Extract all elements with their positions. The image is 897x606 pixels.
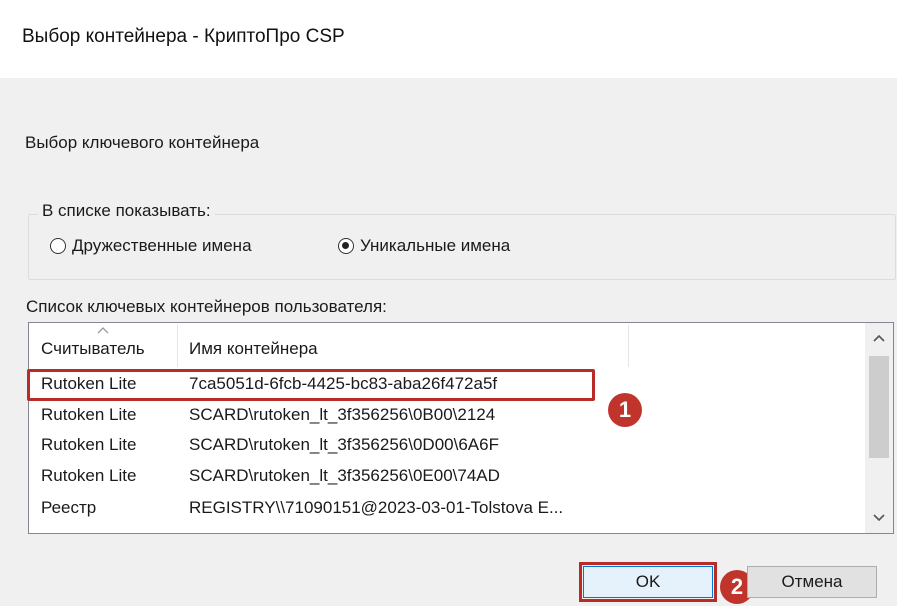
column-header-reader[interactable]: Считыватель <box>29 323 177 369</box>
title-bar: Выбор контейнера - КриптоПро CSP <box>0 0 897 78</box>
container-list[interactable]: Считыватель Имя контейнера Rutoken Lite … <box>28 322 894 534</box>
list-row[interactable]: Rutoken Lite SCARD\rutoken_lt_3f356256\0… <box>29 401 865 431</box>
scroll-down-button[interactable] <box>865 503 893 533</box>
chevron-up-icon <box>873 334 885 342</box>
annotation-highlight-ok <box>579 562 717 602</box>
chevron-down-icon <box>873 514 885 522</box>
radio-friendly-names-label: Дружественные имена <box>72 236 252 255</box>
container-list-caption: Список ключевых контейнеров пользователя… <box>26 297 387 316</box>
column-header-container-name[interactable]: Имя контейнера <box>177 323 627 369</box>
row-reader: Rutoken Lite <box>41 435 137 454</box>
column-divider[interactable] <box>628 325 629 367</box>
list-row[interactable]: Rutoken Lite SCARD\rutoken_lt_3f356256\0… <box>29 431 865 461</box>
vertical-scrollbar[interactable] <box>865 323 893 533</box>
row-container-name: SCARD\rutoken_lt_3f356256\0E00\74AD <box>189 466 500 485</box>
list-row[interactable]: Реестр REGISTRY\\71090151@2023-03-01-Tol… <box>29 494 865 524</box>
row-reader: Реестр <box>41 498 97 517</box>
row-container-name: REGISTRY\\71090151@2023-03-01-Tolstova E… <box>189 498 564 517</box>
row-container-name: SCARD\rutoken_lt_3f356256\0B00\2124 <box>189 405 496 424</box>
step-1-badge: 1 <box>608 393 642 427</box>
window-title: Выбор контейнера - КриптоПро CSP <box>22 26 345 47</box>
radio-checked-icon <box>338 238 354 254</box>
scroll-up-button[interactable] <box>865 323 893 353</box>
show-options-legend: В списке показывать: <box>38 201 215 221</box>
annotation-highlight-row <box>27 369 595 401</box>
row-reader: Rutoken Lite <box>41 405 137 424</box>
scrollbar-thumb[interactable] <box>869 356 889 458</box>
row-container-name: SCARD\rutoken_lt_3f356256\0D00\6A6F <box>189 435 499 454</box>
cancel-button[interactable]: Отмена <box>747 566 877 598</box>
radio-unchecked-icon <box>50 238 66 254</box>
row-reader: Rutoken Lite <box>41 466 137 485</box>
list-row[interactable]: Rutoken Lite SCARD\rutoken_lt_3f356256\0… <box>29 462 865 492</box>
list-header: Считыватель Имя контейнера <box>29 323 865 369</box>
radio-friendly-names[interactable]: Дружественные имена <box>50 236 252 256</box>
radio-unique-names-label: Уникальные имена <box>360 236 511 255</box>
radio-unique-names[interactable]: Уникальные имена <box>338 236 510 256</box>
dialog-heading: Выбор ключевого контейнера <box>25 133 260 152</box>
